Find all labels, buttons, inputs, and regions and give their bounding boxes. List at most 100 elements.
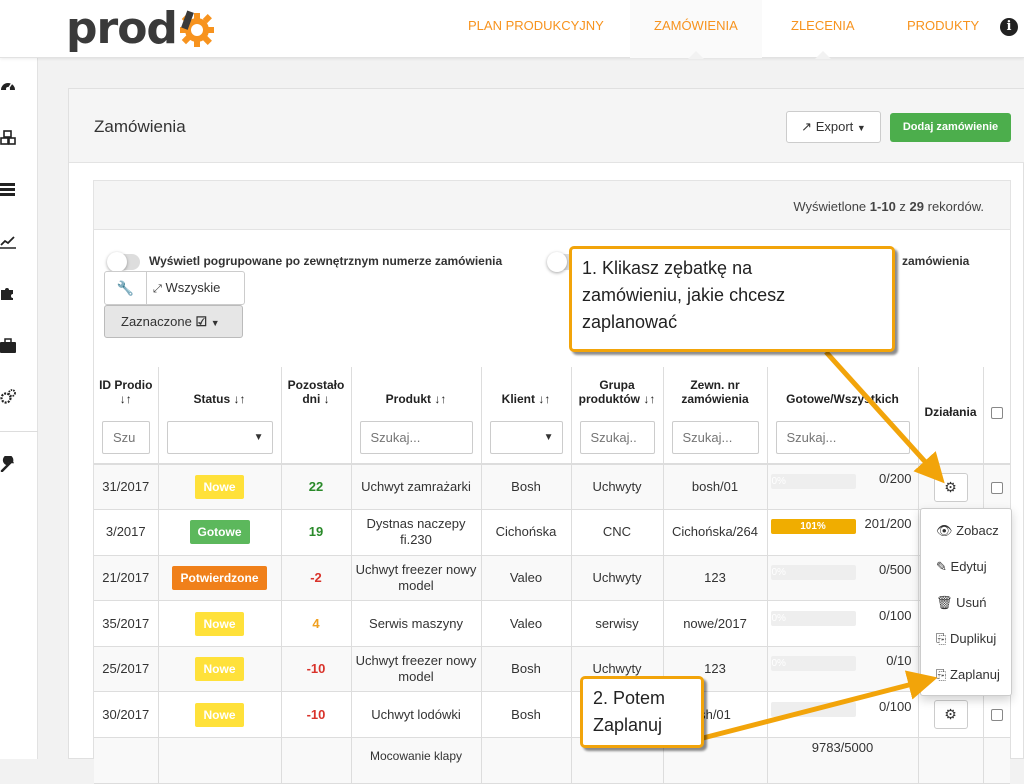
- filter-id-input[interactable]: [102, 421, 150, 454]
- nav-plan-produkcyjny[interactable]: PLAN PRODUKCYJNY: [444, 0, 628, 58]
- col-header-id[interactable]: ID Prodio ↓↑: [94, 367, 159, 412]
- filter-product-input[interactable]: [359, 421, 473, 454]
- expand-all-button[interactable]: ⤢ Wszyskie: [153, 272, 220, 304]
- filter-progress-input[interactable]: [775, 421, 910, 454]
- cell-progress: 0% 0/10: [767, 646, 919, 693]
- briefcase-icon[interactable]: [0, 338, 18, 354]
- menu-item-edytuj[interactable]: ✎ Edytuj: [936, 559, 987, 575]
- cell-progress: 9783/5000: [767, 737, 919, 784]
- cell-product: Uchwyt lodówki: [351, 691, 482, 739]
- filter-client-select[interactable]: ▼: [489, 421, 563, 454]
- cell-id[interactable]: 25/2017: [94, 646, 159, 693]
- nav-zlecenia[interactable]: ZLECENIA: [767, 0, 879, 59]
- cell-client: Bosh: [481, 646, 572, 693]
- col-header-group[interactable]: Grupa produktów ↓↑: [571, 367, 664, 412]
- dashboard-icon[interactable]: [0, 78, 18, 94]
- menu-item-duplikuj[interactable]: ⎘ Duplikuj: [936, 631, 996, 647]
- caret-down-icon: ▼: [210, 318, 220, 328]
- nav-produkty[interactable]: PRODUKTY: [883, 0, 1003, 58]
- progress-percent: 0%: [771, 476, 786, 488]
- col-header-ext[interactable]: Zewn. nr zamówienia: [663, 367, 768, 412]
- filter-group-input[interactable]: [579, 421, 655, 454]
- cell-days: 19: [281, 509, 352, 556]
- progress-percent: 0%: [771, 566, 786, 578]
- cell-ext-number: Cichońska/264: [663, 509, 768, 556]
- wrench-tool-button[interactable]: 🔧: [105, 272, 147, 304]
- cell-ext-number: 123: [663, 555, 768, 602]
- cell-client: Valeo: [481, 555, 572, 602]
- export-button[interactable]: ↗ Export ▼: [786, 111, 881, 143]
- progress-bar: 0%: [770, 656, 856, 672]
- order-settings-button[interactable]: ⚙: [933, 472, 968, 502]
- col-header-days[interactable]: Pozostało dni ↓: [281, 367, 352, 412]
- cogs-icon[interactable]: [0, 389, 18, 405]
- logo-gear-icon: [175, 8, 215, 48]
- list-icon[interactable]: [0, 181, 18, 197]
- order-settings-button[interactable]: ⚙: [933, 700, 968, 730]
- expand-icon: ⤢: [153, 283, 162, 295]
- wrench-icon[interactable]: [0, 454, 18, 473]
- cell-progress: 0/100: [767, 691, 919, 739]
- cell-status: Potwierdzone: [158, 555, 282, 602]
- table-row: 31/2017 Nowe 22 Uchwyt zamrażarki Bosh Uchwyt…: [94, 464, 1010, 511]
- cell-ext-number: nowe/2017: [663, 600, 768, 647]
- row-checkbox[interactable]: [990, 709, 1003, 722]
- cell-group: serwisy: [571, 600, 664, 647]
- cubes-icon[interactable]: [0, 130, 18, 146]
- col-header-progress: Gotowe/Wszystkich: [767, 367, 919, 412]
- menu-item-zaplanuj[interactable]: ⎘ Zaplanuj: [936, 667, 1000, 683]
- col-header-client[interactable]: Klient ↓↑: [481, 367, 572, 412]
- nav-zamowienia[interactable]: ZAMÓWIENIA: [630, 0, 762, 59]
- orders-table: ID Prodio ↓↑ Status ↓↑ Pozostało dni ↓ P…: [94, 367, 1010, 784]
- caret-down-icon: ▼: [543, 432, 554, 443]
- menu-item-zobacz[interactable]: 👁 Zobacz: [936, 523, 999, 539]
- progress-ratio: 0/500: [878, 561, 912, 577]
- add-order-button[interactable]: Dodaj zamówienie: [890, 113, 1011, 142]
- wrench-icon: 🔧: [116, 280, 135, 296]
- menu-item-usun[interactable]: 🗑 Usuń: [936, 595, 987, 611]
- cell-id[interactable]: 3/2017: [94, 509, 159, 556]
- check-square-icon: ☑: [195, 314, 208, 329]
- selected-actions-dropdown[interactable]: Zaznaczone ☑ ▼: [104, 305, 243, 338]
- cell-product: Dystnas naczepy fi.230: [351, 509, 482, 556]
- chart-icon[interactable]: [0, 233, 18, 249]
- info-icon[interactable]: i: [1000, 18, 1018, 36]
- trash-icon: 🗑: [936, 595, 953, 610]
- days-left-value: -10: [306, 661, 326, 677]
- progress-ratio: 201/200: [864, 516, 912, 532]
- schedule-icon: ⎘: [936, 667, 947, 682]
- prodio-logo[interactable]: prod: [66, 4, 215, 54]
- eye-icon: 👁: [936, 523, 953, 538]
- sort-numeric-icon: ↓: [323, 392, 330, 406]
- filter-status-select[interactable]: ▼: [166, 421, 273, 454]
- cell-actions: ⚙: [918, 691, 984, 739]
- status-badge: Nowe: [195, 657, 244, 682]
- cell-id[interactable]: 31/2017: [94, 464, 159, 511]
- col-header-product[interactable]: Produkt ↓↑: [351, 367, 482, 412]
- row-checkbox[interactable]: [990, 481, 1003, 494]
- filter-ext-input[interactable]: [671, 421, 759, 454]
- select-all-checkbox[interactable]: [990, 406, 1003, 419]
- filter-row: ▼ ▼: [94, 412, 1010, 465]
- cell-days: -2: [281, 555, 352, 602]
- pencil-icon: ✎: [936, 559, 947, 574]
- nav-indicator: [814, 51, 831, 59]
- status-badge: Nowe: [195, 475, 244, 500]
- group-by-external-toggle[interactable]: [107, 252, 140, 272]
- progress-ratio: 0/100: [878, 698, 912, 714]
- status-badge: Nowe: [195, 611, 244, 636]
- days-left-value: -10: [306, 706, 326, 722]
- sidebar: [0, 58, 38, 759]
- cell-id[interactable]: 30/2017: [94, 691, 159, 739]
- cell-id[interactable]: 21/2017: [94, 555, 159, 602]
- col-header-status[interactable]: Status ↓↑: [158, 367, 282, 412]
- cell-ext-number: bosh/01: [663, 464, 768, 511]
- copy-icon: ⎘: [936, 631, 947, 646]
- progress-ratio: 0/200: [878, 471, 912, 487]
- cell-id[interactable]: 35/2017: [94, 600, 159, 647]
- table-row-partial: Mocowanie klapy 9783/5000: [94, 737, 1010, 784]
- select-all-checkbox-cell: [983, 367, 1010, 465]
- puzzle-icon[interactable]: [0, 285, 18, 301]
- table-row: 30/2017 Nowe -10 Uchwyt lodówki Bosh sh/01 0/1…: [94, 691, 1010, 739]
- cell-progress: 0% 0/500: [767, 555, 919, 602]
